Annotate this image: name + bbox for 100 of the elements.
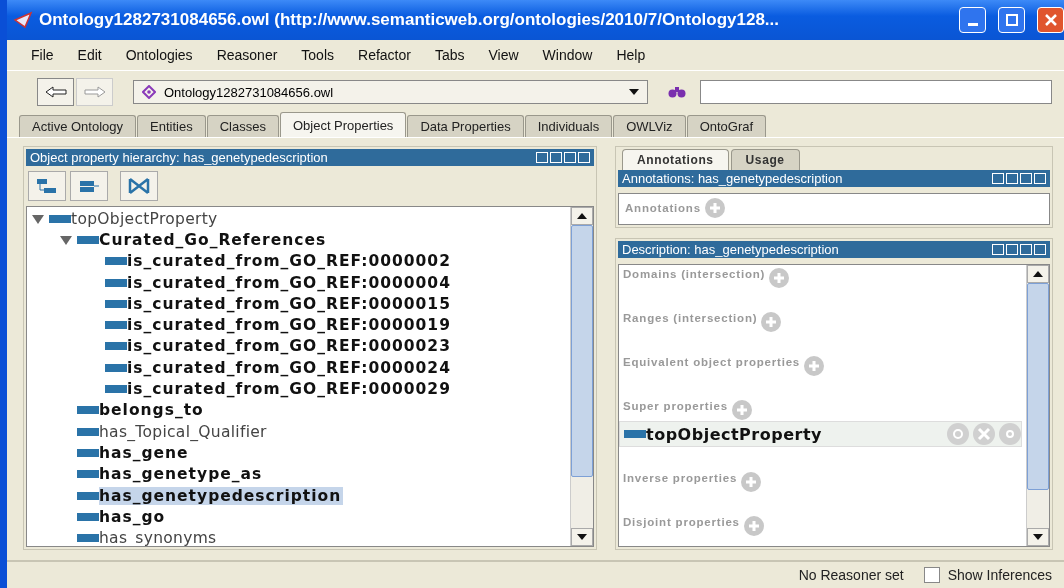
add-subproperty-button[interactable] <box>28 171 66 201</box>
panel-control-button[interactable] <box>550 152 562 163</box>
binoculars-icon[interactable] <box>668 86 686 98</box>
right-arrow-icon <box>83 86 106 98</box>
tab[interactable]: Classes <box>206 115 279 137</box>
property-icon <box>105 278 127 287</box>
property-row[interactable]: topObjectProperty <box>619 421 1022 447</box>
tree-item[interactable]: has_synonyms <box>99 529 219 546</box>
tree-item[interactable]: is_curated_from_GO_REF:0000023 <box>127 337 453 356</box>
scroll-up-icon[interactable] <box>571 207 593 225</box>
back-button[interactable] <box>37 78 74 106</box>
menu-item[interactable]: Ontologies <box>113 47 205 63</box>
tree-item[interactable]: Curated_Go_References <box>99 230 329 249</box>
section-label: Inverse properties <box>623 472 738 484</box>
tree-item[interactable]: belongs_to <box>99 401 206 420</box>
checkbox-label: Show Inferences <box>947 567 1052 583</box>
panel-control-button[interactable] <box>1020 244 1032 255</box>
maximize-icon <box>1005 14 1018 26</box>
property-icon <box>77 512 99 521</box>
panel-control-button[interactable] <box>1006 173 1018 184</box>
dropdown-caret-icon <box>629 89 639 95</box>
tab[interactable]: Usage <box>730 149 800 170</box>
delete-button[interactable] <box>120 171 158 201</box>
tree-item[interactable]: is_curated_from_GO_REF:0000019 <box>127 316 453 335</box>
tab[interactable]: Object Properties <box>279 112 407 137</box>
menu-item[interactable]: Tabs <box>422 47 477 63</box>
tree-item[interactable]: has_genetype_as <box>99 465 265 484</box>
show-inferences-checkbox[interactable] <box>923 567 940 583</box>
property-icon <box>105 299 127 308</box>
property-icon <box>105 257 127 266</box>
tree-item[interactable]: is_curated_from_GO_REF:0000029 <box>127 380 453 398</box>
tree-item[interactable]: is_curated_from_GO_REF:0000004 <box>127 273 453 292</box>
expanded-triangle-icon[interactable] <box>59 233 73 246</box>
menu-item[interactable]: Reasoner <box>204 47 290 63</box>
section-label: Equivalent object properties <box>623 356 801 368</box>
scroll-down-icon[interactable] <box>1027 528 1049 546</box>
add-subproperty-icon <box>36 178 58 194</box>
tree-item[interactable]: has_Topical_Qualifier <box>99 422 269 441</box>
panel-control-button[interactable] <box>1034 173 1046 184</box>
maximize-button[interactable] <box>998 7 1025 33</box>
menu-item[interactable]: Window <box>530 47 605 63</box>
tab[interactable]: OWLViz <box>613 115 686 137</box>
property-icon <box>77 491 99 500</box>
scroll-down-icon[interactable] <box>571 528 593 546</box>
tab[interactable]: Data Properties <box>407 115 524 137</box>
tree-item[interactable]: is_curated_from_GO_REF:0000015 <box>127 294 453 313</box>
tree-item[interactable]: has_go <box>99 507 168 526</box>
panel-control-button[interactable] <box>564 152 576 163</box>
window-title: Ontology1282731084656.owl (http://www.semanticweb.org/ontologies/2010/7/Ontology128... <box>39 10 780 30</box>
property-icon <box>77 406 99 415</box>
menu-item[interactable]: Help <box>604 47 658 63</box>
menu-item[interactable]: Tools <box>289 47 346 63</box>
search-field[interactable] <box>700 80 1052 104</box>
close-button[interactable] <box>1037 7 1064 33</box>
add-sibling-button[interactable] <box>70 171 108 201</box>
app-logo-icon <box>13 11 33 29</box>
reasoner-status: No Reasoner set <box>798 567 904 583</box>
property-icon <box>77 448 99 457</box>
menu-item[interactable]: Edit <box>65 47 114 63</box>
panel-control-button[interactable] <box>536 152 548 163</box>
menu-item[interactable]: Refactor <box>346 47 423 63</box>
property-icon <box>624 430 646 438</box>
tree-item[interactable]: topObjectProperty <box>71 209 220 228</box>
ontology-dropdown[interactable]: Ontology1282731084656.owl <box>133 80 648 104</box>
panel-control-button[interactable] <box>1020 173 1032 184</box>
minimize-button[interactable] <box>959 7 986 33</box>
panel-control-button[interactable] <box>578 152 590 163</box>
panel-control-button[interactable] <box>992 244 1004 255</box>
panel-control-button[interactable] <box>1034 244 1046 255</box>
property-icon <box>105 363 127 372</box>
section-label: Disjoint properties <box>623 516 740 528</box>
tab[interactable]: OntoGraf <box>686 115 767 137</box>
property-icon <box>77 534 99 543</box>
panel-title: Description: has_genetypedescription <box>622 242 840 257</box>
expanded-triangle-icon[interactable] <box>31 212 45 225</box>
tab[interactable]: Individuals <box>524 115 613 137</box>
panel-control-button[interactable] <box>992 173 1004 184</box>
tree-item[interactable]: has_gene <box>99 443 191 462</box>
property-icon <box>77 235 99 244</box>
minimize-icon <box>967 22 978 26</box>
scrollbar[interactable] <box>570 207 593 546</box>
tree-item[interactable]: is_curated_from_GO_REF:0000024 <box>127 358 453 377</box>
menu-item[interactable]: File <box>19 47 66 63</box>
left-arrow-icon <box>44 86 67 98</box>
tab[interactable]: Active Ontology <box>19 115 137 137</box>
tree-item[interactable]: has_genetypedescription <box>99 486 344 505</box>
add-sibling-icon <box>78 178 100 194</box>
tab[interactable]: Entities <box>137 115 206 137</box>
section-label: Domains (intersection) <box>623 268 766 280</box>
tree-item[interactable]: is_curated_from_GO_REF:0000002 <box>127 252 453 271</box>
scroll-up-icon[interactable] <box>1027 265 1049 283</box>
section-label: Super properties <box>623 400 728 412</box>
property-icon <box>49 214 71 223</box>
close-icon <box>1044 14 1057 26</box>
menu-item[interactable]: View <box>476 47 531 63</box>
property-icon <box>105 342 127 351</box>
panel-control-button[interactable] <box>1006 244 1018 255</box>
tab[interactable]: Annotations <box>622 149 729 170</box>
section-label: Annotations <box>625 202 701 214</box>
scrollbar[interactable] <box>1026 265 1049 546</box>
